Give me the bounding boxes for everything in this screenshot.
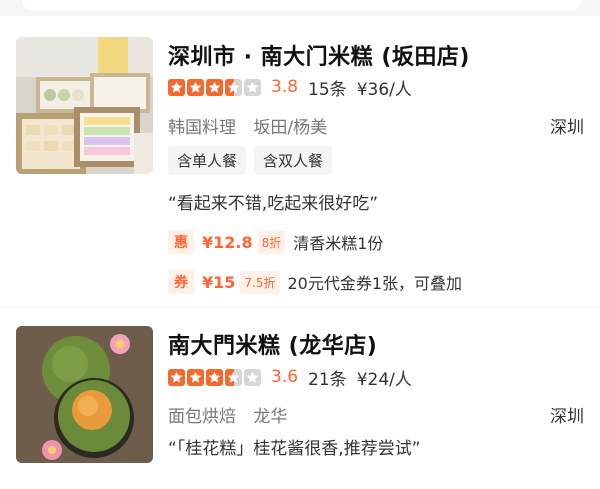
- star-icon: [225, 368, 242, 386]
- tag-single-meal[interactable]: 含单人餐: [168, 146, 247, 175]
- star-icon: [168, 78, 185, 96]
- tag-double-meal[interactable]: 含双人餐: [254, 146, 333, 175]
- previous-card-edge: [0, 0, 600, 16]
- shop-city: 深圳: [550, 118, 584, 138]
- rice-cake-box-photo: [16, 37, 153, 174]
- previous-card-bottom: [22, 0, 582, 10]
- deal-price: ¥15: [202, 272, 236, 292]
- rating-score: 3.6: [271, 367, 299, 387]
- shop-area: 坂田/杨美: [253, 118, 328, 138]
- deal-title: 20元代金券1张，可叠加: [287, 274, 463, 293]
- star-icon: [244, 78, 261, 96]
- star-icon: [206, 368, 223, 386]
- star-icon: [187, 78, 204, 96]
- review-count: 21条: [308, 369, 347, 390]
- rating-score: 3.8: [271, 77, 299, 97]
- deal-voucher[interactable]: 券 ¥15 7.5折 20元代金券1张，可叠加: [168, 270, 462, 294]
- deal-discount-rate: 7.5折: [240, 270, 280, 294]
- shop-category: 面包烘焙: [168, 407, 236, 427]
- star-icon: [225, 78, 242, 96]
- shop-card[interactable]: 深圳市 · 南大门米糕 (坂田店) 3.8 15条 ¥36/人 韩国料理 坂田/…: [0, 18, 600, 308]
- shop-meta: 面包烘焙 龙华: [168, 402, 287, 427]
- deal-price: ¥12.8: [202, 232, 253, 252]
- deal-title: 清香米糕1份: [293, 234, 384, 253]
- osmanthus-cake-photo: [16, 326, 153, 463]
- star-rating: [168, 368, 261, 386]
- shop-name[interactable]: 南大門米糕 (龙华店): [168, 328, 377, 360]
- shop-card[interactable]: 南大門米糕 (龙华店) 3.6 21条 ¥24/人 面包烘焙 龙华 深圳 “「桂…: [0, 309, 600, 489]
- avg-price: ¥24/人: [356, 369, 412, 390]
- star-rating: [168, 78, 261, 96]
- review-count: 15条: [308, 79, 347, 100]
- deal-badge-hui: 惠: [168, 230, 194, 254]
- shop-photo[interactable]: [16, 37, 153, 174]
- shop-name[interactable]: 深圳市 · 南大门米糕 (坂田店): [168, 39, 470, 71]
- shop-city: 深圳: [550, 407, 584, 427]
- star-icon: [244, 368, 261, 386]
- shop-photo[interactable]: [16, 326, 153, 463]
- shop-area: 龙华: [253, 407, 288, 427]
- deal-badge-quan: 券: [168, 270, 194, 294]
- rating-row: 3.6 21条 ¥24/人: [168, 366, 422, 390]
- tag-list: 含单人餐 含双人餐: [168, 146, 333, 175]
- review-quote: “看起来不错,吃起来很好吃”: [168, 194, 379, 214]
- rating-row: 3.8 15条 ¥36/人: [168, 76, 422, 100]
- deal-discount[interactable]: 惠 ¥12.8 8折 清香米糕1份: [168, 230, 383, 254]
- deal-discount-rate: 8折: [257, 230, 286, 254]
- review-quote: “「桂花糕」桂花酱很香,推荐尝试”: [168, 439, 421, 459]
- avg-price: ¥36/人: [356, 79, 412, 100]
- shop-meta: 韩国料理 坂田/杨美: [168, 113, 327, 138]
- star-icon: [168, 368, 185, 386]
- shop-category: 韩国料理: [168, 118, 236, 138]
- star-icon: [187, 368, 204, 386]
- star-icon: [206, 78, 223, 96]
